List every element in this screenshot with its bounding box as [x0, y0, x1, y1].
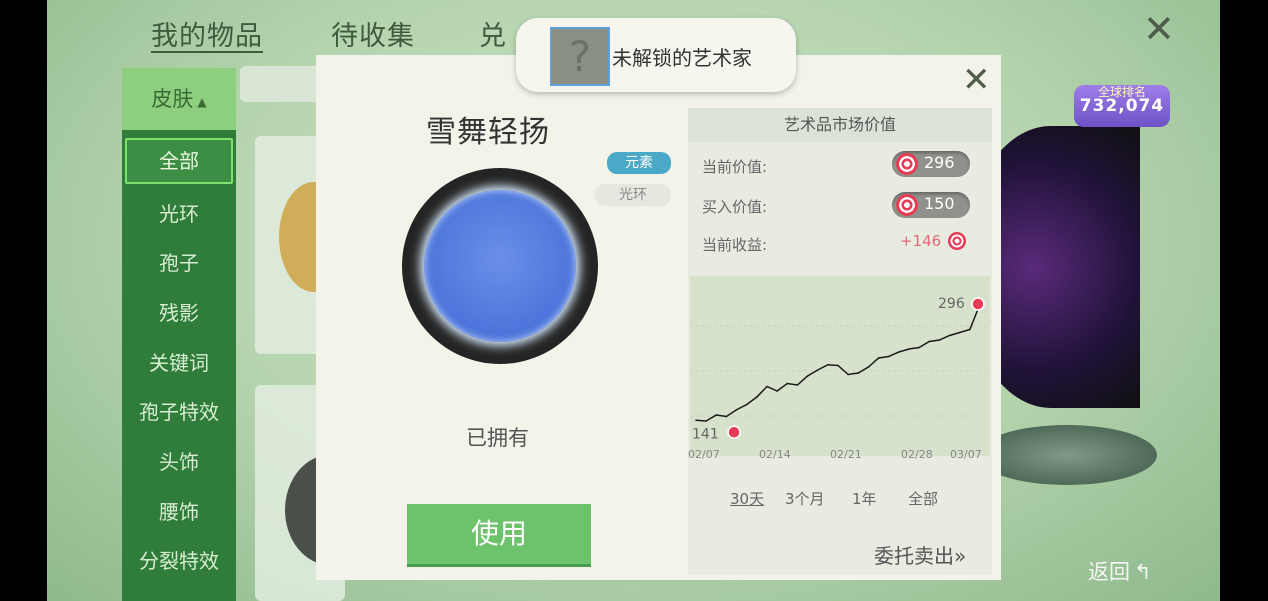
use-button[interactable]: 使用: [407, 504, 591, 567]
artist-popup[interactable]: ? 未解锁的艺术家: [516, 18, 796, 92]
sell-button[interactable]: 委托卖出»: [874, 540, 966, 569]
price-point: [867, 366, 870, 368]
price-point: [786, 382, 789, 385]
back-label: 返回: [1088, 560, 1130, 584]
price-point: [898, 351, 900, 353]
price-point: [735, 408, 738, 411]
price-point: [766, 385, 768, 388]
sidebar-item-headwear[interactable]: 头饰: [122, 446, 236, 475]
lollipop-icon: [896, 153, 918, 175]
skin-preview-orb: [402, 168, 598, 364]
price-point: [776, 390, 778, 392]
lollipop-marker-icon: [971, 297, 985, 311]
price-point: [756, 396, 758, 398]
range-all[interactable]: 全部: [908, 488, 938, 509]
current-value: 296: [924, 153, 955, 172]
tab-my-items[interactable]: 我的物品: [151, 14, 263, 53]
price-point: [969, 328, 971, 331]
chart-start-label: 141: [692, 426, 719, 442]
price-point: [816, 369, 819, 371]
price-point: [958, 331, 961, 334]
range-3m[interactable]: 3个月: [785, 488, 825, 509]
price-point: [806, 375, 809, 377]
tab-exchange[interactable]: 兑: [479, 14, 507, 53]
sidebar-item-spore-effect[interactable]: 孢子特效: [122, 396, 236, 425]
price-point: [725, 415, 728, 418]
price-point: [908, 348, 910, 350]
lollipop-icon: [947, 232, 966, 250]
sidebar-item-all[interactable]: 全部: [125, 138, 233, 184]
x-tick-label: 02/21: [830, 448, 862, 461]
owned-status: 已拥有: [466, 426, 529, 450]
sidebar-item-halo[interactable]: 光环: [122, 198, 236, 227]
x-tick-label: 02/07: [688, 448, 720, 461]
x-tick-label: 02/14: [759, 448, 791, 461]
price-point: [877, 357, 880, 359]
price-point: [705, 420, 707, 422]
profit-label: 当前收益:: [702, 236, 768, 254]
question-mark-icon: ?: [550, 27, 610, 86]
market-panel: 艺术品市场价值 当前价值: 296 买入价值: 150 当前收益: +146 1…: [688, 108, 992, 575]
return-arrow-icon: ↰: [1134, 560, 1152, 584]
sidebar-item-keyword[interactable]: 关键词: [122, 347, 236, 376]
price-point: [938, 339, 941, 341]
market-title: 艺术品市场价值: [688, 108, 992, 142]
sidebar-item-split-effect[interactable]: 分裂特效: [122, 545, 236, 574]
item-name: 雪舞轻扬: [426, 115, 550, 150]
current-value-pill: 296: [892, 151, 970, 177]
x-tick-label: 03/07: [950, 448, 982, 461]
sidebar-item-afterimage[interactable]: 残影: [122, 297, 236, 326]
price-point: [745, 403, 748, 406]
close-icon[interactable]: ✕: [1143, 10, 1175, 48]
artist-popup-label: 未解锁的艺术家: [612, 46, 752, 70]
sidebar-item-waistwear[interactable]: 腰饰: [122, 496, 236, 525]
price-point: [827, 363, 829, 366]
back-button[interactable]: 返回 ↰: [1088, 556, 1152, 586]
range-1y[interactable]: 1年: [852, 488, 877, 509]
price-point: [887, 355, 890, 358]
sidebar-header-skin[interactable]: 皮肤 ▲: [122, 68, 236, 130]
lollipop-icon: [896, 194, 918, 216]
current-value-label: 当前价值:: [702, 158, 768, 176]
sidebar-item-spore[interactable]: 孢子: [122, 247, 236, 276]
profit-value: +146: [900, 228, 966, 250]
x-tick-label: 02/28: [901, 448, 933, 461]
display-pedestal: [977, 425, 1157, 485]
price-point: [847, 373, 849, 376]
price-point: [796, 384, 799, 386]
buy-value-pill: 150: [892, 192, 970, 218]
price-chart-svg: 141 296 02/07 02/14 02/21 02/28 03/07: [688, 296, 990, 461]
price-point: [837, 364, 839, 367]
lollipop-marker-icon: [727, 425, 741, 439]
modal-close-icon[interactable]: ✕: [962, 63, 991, 97]
price-point: [715, 414, 718, 416]
price-chart: 141 296 02/07 02/14 02/21 02/28 03/07: [688, 276, 990, 461]
price-point: [928, 340, 931, 343]
tab-to-collect[interactable]: 待收集: [331, 14, 415, 53]
item-detail-modal: ✕ 雪舞轻扬 元素 光环 已拥有 使用 艺术品市场价值 当前价值: 296 买入…: [316, 55, 1001, 580]
category-sidebar: 皮肤 ▲ 全部 光环 孢子 残影 关键词 孢子特效 头饰 腰饰 分裂特效: [122, 68, 236, 601]
price-point: [857, 372, 860, 374]
sidebar-header-label: 皮肤: [151, 87, 194, 111]
skin-preview-core: [424, 190, 576, 342]
profit-amount: +146: [900, 232, 942, 250]
range-30d[interactable]: 30天: [730, 488, 764, 509]
price-point: [948, 334, 951, 337]
buy-value-label: 买入价值:: [702, 198, 768, 216]
tag-halo: 光环: [595, 184, 671, 206]
buy-value: 150: [924, 194, 955, 213]
rank-score: 732,074: [1079, 96, 1165, 116]
tag-element: 元素: [607, 152, 671, 174]
caret-up-icon: ▲: [197, 95, 207, 109]
chart-end-label: 296: [938, 296, 965, 312]
price-point: [918, 346, 920, 349]
global-rank-badge[interactable]: 全球排名 732,074: [1074, 85, 1170, 127]
price-point: [695, 419, 697, 422]
price-series-line: [695, 303, 981, 422]
